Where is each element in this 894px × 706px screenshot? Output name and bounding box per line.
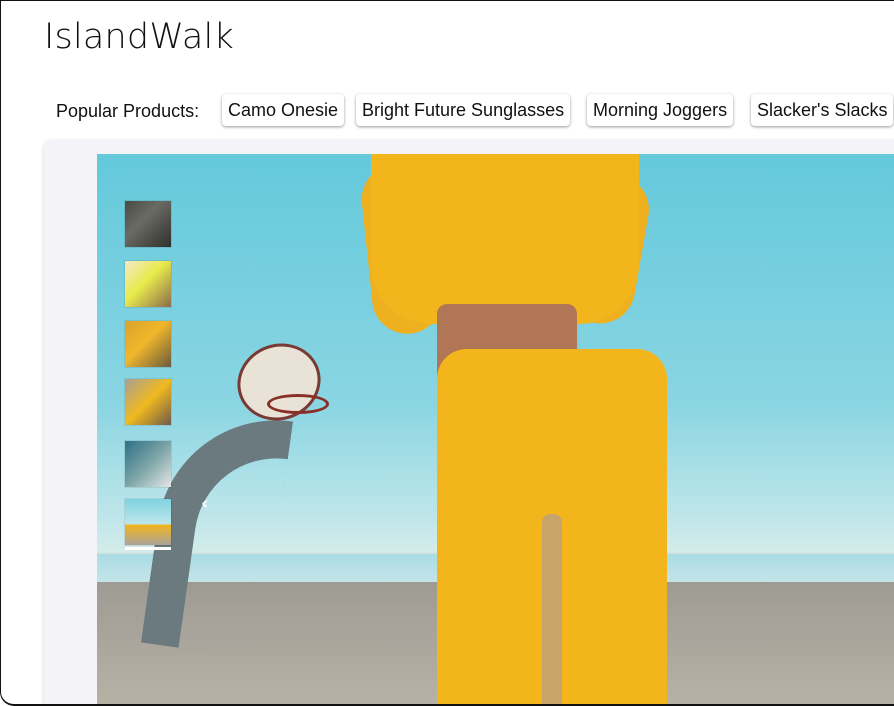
- thumbnail-6-selected[interactable]: [125, 499, 171, 545]
- popular-product-camo-onesie[interactable]: Camo Onesie: [222, 94, 345, 126]
- popular-product-morning-joggers[interactable]: Morning Joggers: [587, 94, 734, 126]
- chevron-left-icon[interactable]: ‹: [201, 493, 208, 514]
- hero-leg-gap: [542, 514, 562, 704]
- popular-products-label: Popular Products:: [56, 101, 200, 121]
- app-window: IslandWalk Popular Products: Camo Onesie…: [0, 0, 894, 706]
- thumbnail-2[interactable]: [125, 261, 171, 307]
- product-main-image: [97, 154, 894, 704]
- hero-hoop-rim: [267, 394, 329, 414]
- popular-product-bright-future-sunglasses[interactable]: Bright Future Sunglasses: [356, 94, 571, 126]
- thumbnail-1[interactable]: [125, 201, 171, 247]
- selected-thumbnail-indicator: [125, 547, 171, 550]
- thumbnail-4[interactable]: [125, 379, 171, 425]
- thumbnail-5[interactable]: [125, 441, 171, 487]
- hero-backboard: [226, 331, 332, 433]
- hero-sweatshirt: [371, 154, 639, 324]
- brand-logo[interactable]: IslandWalk: [44, 17, 234, 57]
- popular-product-slackers-slacks[interactable]: Slacker's Slacks: [751, 94, 894, 126]
- thumbnail-3[interactable]: [125, 321, 171, 367]
- popular-products-bar: Popular Products: Camo Onesie Bright Fut…: [1, 94, 894, 128]
